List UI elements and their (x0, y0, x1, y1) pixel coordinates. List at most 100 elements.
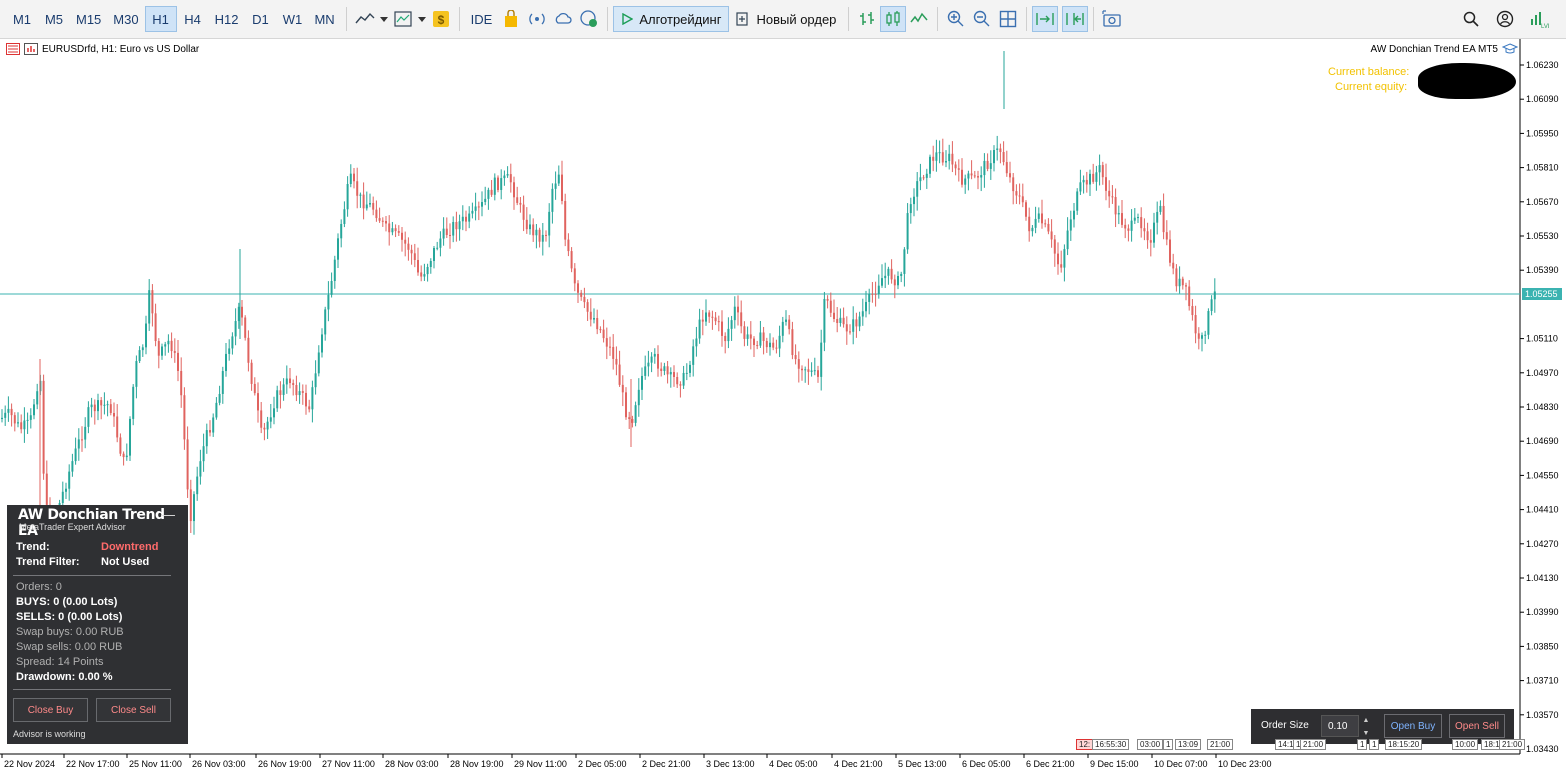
candle-body (109, 404, 112, 414)
price-chart[interactable]: 1.06230 1.06090 1.05950 1.05810 1.05670 1.055… (0, 39, 1566, 779)
timeframe-m5[interactable]: M5 (38, 6, 70, 32)
screenshot-camera-icon[interactable] (1099, 6, 1125, 32)
candle-body (884, 275, 887, 279)
candle-body (519, 202, 522, 205)
timeframe-h1[interactable]: H1 (144, 6, 177, 32)
candle-body (532, 224, 535, 236)
graduation-cap-icon[interactable] (1502, 43, 1518, 55)
candle-body (573, 268, 576, 284)
close-buy-button[interactable]: Close Buy (13, 698, 88, 722)
candle-body (634, 405, 637, 423)
timeframe-mn[interactable]: MN (308, 6, 340, 32)
order-size-input[interactable]: 0.10 (1321, 715, 1359, 737)
candle-body (685, 372, 688, 374)
timeframe-h4[interactable]: H4 (177, 6, 209, 32)
candle-body (36, 391, 39, 405)
candlestick-icon[interactable] (880, 6, 907, 32)
user-account-icon[interactable] (1492, 6, 1518, 32)
chart-shift-icon[interactable] (1062, 6, 1089, 32)
price-tick-label: 1.05110 (1526, 334, 1558, 344)
candle-body (1105, 177, 1107, 191)
candle-body (260, 410, 263, 428)
candle-body (1201, 335, 1203, 339)
candle-body (493, 177, 496, 195)
bar-chart-icon[interactable] (854, 6, 880, 32)
new-order-button[interactable]: Новый ордер (729, 6, 843, 32)
algotrading-button[interactable]: Алготрейдинг (613, 6, 730, 32)
price-tick-label: 1.03570 (1526, 710, 1559, 720)
ide-button[interactable]: IDE (465, 6, 499, 32)
candle-body (1002, 152, 1005, 163)
autoscroll-icon[interactable] (1032, 6, 1059, 32)
chevron-down-icon[interactable] (416, 6, 428, 32)
candle-body (1037, 213, 1040, 219)
candle-body (1121, 213, 1123, 225)
time-marker: 16:55:30 (1092, 739, 1130, 750)
candle-body (749, 334, 752, 339)
tile-windows-icon[interactable] (995, 6, 1021, 32)
time-tick-label: 10 Dec 07:00 (1154, 759, 1208, 769)
candle-body (225, 353, 227, 372)
candle-body (1005, 162, 1008, 174)
toolbar-separator (458, 7, 460, 31)
candle-body (90, 404, 93, 408)
zoom-out-icon[interactable] (969, 6, 995, 32)
time-marker: 03:00 (1137, 739, 1164, 750)
vps-cloud-icon[interactable] (550, 6, 576, 32)
chart-window-icon[interactable] (24, 43, 38, 55)
line-type-icon[interactable] (906, 6, 932, 32)
candle-body (103, 404, 106, 406)
candle-body (1034, 218, 1037, 228)
candle-body (1213, 291, 1216, 300)
candle-body (845, 324, 848, 332)
market-globe-icon[interactable] (576, 6, 602, 32)
trend-label: Trend: (16, 541, 50, 553)
timeframe-m30[interactable]: M30 (107, 6, 144, 32)
zoom-in-icon[interactable] (943, 6, 969, 32)
order-size-stepper[interactable]: ▲ ▼ (1361, 714, 1371, 740)
timeframe-m1[interactable]: M1 (6, 6, 38, 32)
price-tick-label: 1.04830 (1526, 402, 1559, 412)
minimize-icon[interactable]: — (161, 506, 175, 522)
timeframe-group: M1 M5 M15 M30 H1 H4 H12 D1 W1 MN (6, 6, 341, 32)
time-marker: 1 (1369, 739, 1380, 750)
candle-body (653, 353, 656, 357)
candle-body (986, 160, 989, 169)
candle-body (1041, 213, 1043, 224)
open-buy-button[interactable]: Open Buy (1384, 714, 1442, 738)
candle-body (711, 316, 714, 318)
candle-body (717, 321, 720, 323)
candle-body (327, 294, 330, 310)
signals-icon[interactable] (524, 6, 550, 32)
time-marker: 21:00 (1300, 739, 1327, 750)
candle-body (282, 384, 285, 395)
candle-body (433, 247, 435, 261)
chevron-down-icon[interactable] (378, 6, 390, 32)
candle-body (586, 302, 589, 312)
line-chart-icon[interactable] (352, 6, 378, 32)
timeframe-h12[interactable]: H12 (209, 6, 245, 32)
candle-body (1133, 217, 1136, 221)
indicators-icon[interactable] (390, 6, 416, 32)
timeframe-d1[interactable]: D1 (244, 6, 276, 32)
chart-menu-icon[interactable] (6, 43, 20, 55)
close-sell-button[interactable]: Close Sell (96, 698, 171, 722)
search-icon[interactable] (1458, 6, 1484, 32)
time-tick-label: 10 Dec 23:00 (1218, 759, 1272, 769)
candle-body (941, 152, 944, 163)
open-sell-button[interactable]: Open Sell (1449, 714, 1505, 738)
timeframe-m15[interactable]: M15 (70, 6, 107, 32)
candle-body (1153, 222, 1155, 243)
candle-body (647, 362, 650, 367)
candle-body (740, 312, 743, 327)
candle-body (781, 321, 784, 336)
chart-canvas[interactable]: 1.06230 1.06090 1.05950 1.05810 1.05670 1.055… (0, 39, 1566, 779)
candle-body (375, 209, 378, 219)
signal-level-icon[interactable]: LVL (1526, 6, 1552, 32)
candle-body (554, 183, 557, 189)
trend-value: Downtrend (101, 541, 159, 553)
dollar-icon[interactable]: $ (428, 6, 454, 32)
price-tick-label: 1.05950 (1526, 128, 1559, 138)
shopping-bag-icon[interactable] (498, 6, 524, 32)
timeframe-w1[interactable]: W1 (276, 6, 308, 32)
